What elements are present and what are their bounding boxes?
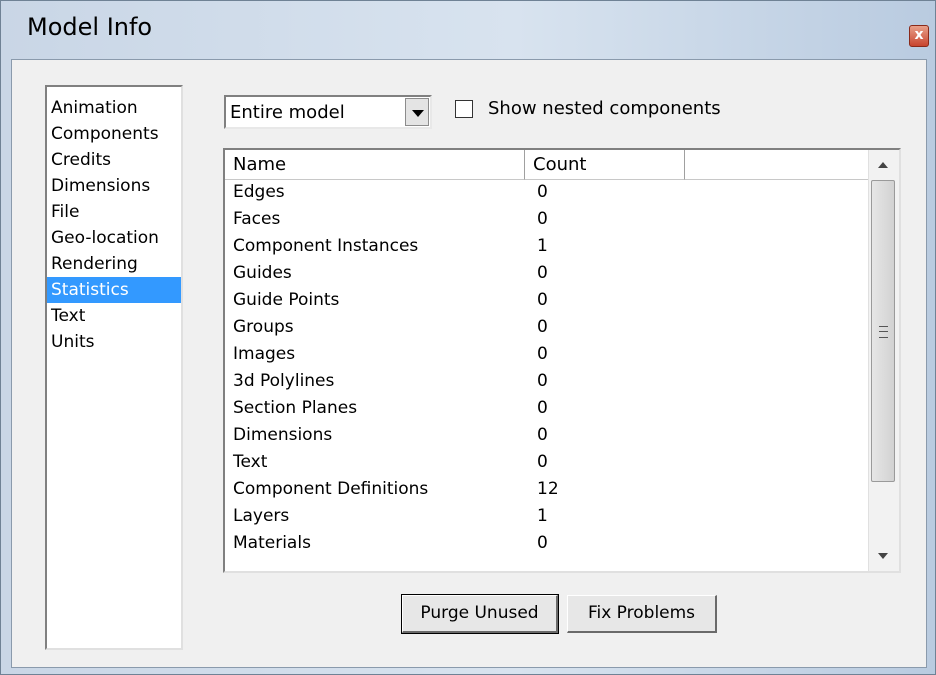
cell-name: Text: [233, 452, 268, 472]
cell-count: 0: [537, 533, 548, 553]
category-item-dimensions[interactable]: Dimensions: [47, 173, 181, 199]
category-item-statistics[interactable]: Statistics: [47, 277, 181, 303]
column-header-count[interactable]: Count: [525, 150, 685, 180]
table-row[interactable]: Edges 0: [225, 180, 869, 208]
category-item-credits[interactable]: Credits: [47, 147, 181, 173]
category-list[interactable]: Animation Components Credits Dimensions File…: [45, 85, 183, 650]
vertical-scrollbar[interactable]: [868, 150, 899, 571]
table-row[interactable]: Guide Points 0: [225, 288, 869, 316]
cell-name: Section Planes: [233, 398, 358, 418]
window-title: Model Info: [27, 13, 153, 41]
cell-name: Dimensions: [233, 425, 333, 445]
scope-dropdown[interactable]: Entire model: [224, 95, 432, 129]
cell-count: 0: [537, 452, 548, 472]
table-row[interactable]: Component Instances 1: [225, 234, 869, 262]
cell-count: 0: [537, 290, 548, 310]
table-row[interactable]: Layers 1: [225, 504, 869, 532]
table-row[interactable]: Section Planes 0: [225, 396, 869, 424]
grip-icon: [879, 326, 888, 338]
cell-name: Images: [233, 344, 296, 364]
category-item-geo-location[interactable]: Geo-location: [47, 225, 181, 251]
cell-name: Component Instances: [233, 236, 419, 256]
category-item-units[interactable]: Units: [47, 329, 181, 355]
cell-count: 0: [537, 209, 548, 229]
table-row[interactable]: Groups 0: [225, 315, 869, 343]
table-row[interactable]: Component Definitions 12: [225, 477, 869, 505]
cell-count: 0: [537, 398, 548, 418]
scroll-up-arrow-icon[interactable]: [878, 162, 888, 168]
cell-count: 0: [537, 263, 548, 283]
dialog-body: Animation Components Credits Dimensions File…: [11, 59, 927, 668]
fix-problems-button[interactable]: Fix Problems: [567, 595, 717, 633]
category-item-file[interactable]: File: [47, 199, 181, 225]
model-info-window: Model Info x Animation Components Credits D…: [0, 0, 936, 675]
cell-name: Guides: [233, 263, 292, 283]
close-icon: x: [914, 27, 924, 43]
statistics-table: Name Count Edges 0 Faces 0 Component Instanc…: [223, 148, 901, 573]
category-item-rendering[interactable]: Rendering: [47, 251, 181, 277]
table-row[interactable]: 3d Polylines 0: [225, 369, 869, 397]
cell-name: Edges: [233, 182, 285, 202]
category-item-animation[interactable]: Animation: [47, 95, 181, 121]
category-item-text[interactable]: Text: [47, 303, 181, 329]
close-button[interactable]: x: [909, 25, 929, 47]
purge-unused-button[interactable]: Purge Unused: [401, 594, 559, 634]
cell-count: 0: [537, 425, 548, 445]
scroll-down-arrow-icon[interactable]: [878, 553, 888, 559]
show-nested-checkbox[interactable]: [455, 100, 473, 118]
chevron-down-icon[interactable]: [405, 98, 429, 126]
table-row[interactable]: Text 0: [225, 450, 869, 478]
cell-count: 0: [537, 317, 548, 337]
cell-name: Faces: [233, 209, 281, 229]
category-item-components[interactable]: Components: [47, 121, 181, 147]
cell-count: 1: [537, 506, 548, 526]
scope-selected-value: Entire model: [230, 102, 345, 123]
scroll-thumb[interactable]: [871, 180, 895, 482]
cell-name: Layers: [233, 506, 290, 526]
table-row[interactable]: Materials 0: [225, 531, 869, 559]
table-row[interactable]: Faces 0: [225, 207, 869, 235]
show-nested-label: Show nested components: [488, 98, 721, 119]
column-header-empty: [685, 150, 869, 180]
cell-name: Groups: [233, 317, 294, 337]
cell-count: 0: [537, 182, 548, 202]
cell-name: Component Definitions: [233, 479, 429, 499]
title-bar[interactable]: Model Info x: [1, 1, 935, 59]
table-row[interactable]: Images 0: [225, 342, 869, 370]
cell-name: Materials: [233, 533, 311, 553]
cell-name: 3d Polylines: [233, 371, 335, 391]
table-row[interactable]: Guides 0: [225, 261, 869, 289]
cell-name: Guide Points: [233, 290, 340, 310]
cell-count: 0: [537, 344, 548, 364]
table-row[interactable]: Dimensions 0: [225, 423, 869, 451]
cell-count: 0: [537, 371, 548, 391]
cell-count: 1: [537, 236, 548, 256]
column-header-name[interactable]: Name: [225, 150, 525, 180]
cell-count: 12: [537, 479, 559, 499]
